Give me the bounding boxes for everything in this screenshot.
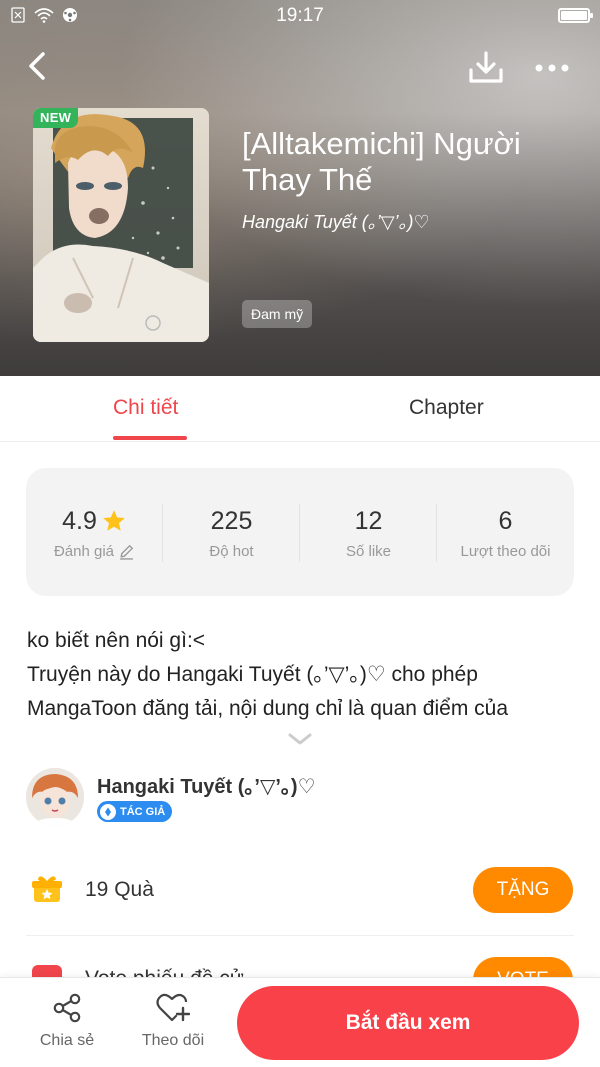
stats-card: 4.9 Đánh giá 225 Độ hot 12 Số like 6 Lượ… — [26, 468, 574, 596]
comic-header: 19:17 NEW [Alltakemichi] Người Thay Thế … — [0, 0, 600, 376]
author-role-badge: TÁC GIẢ — [97, 801, 173, 822]
chevron-down-icon[interactable] — [287, 730, 313, 748]
description-line: ko biết nên nói gì:< — [27, 629, 206, 652]
active-tab-indicator — [113, 436, 187, 440]
share-button[interactable]: Chia sẻ — [27, 992, 107, 1050]
stat-likes: 12 Số like — [300, 506, 437, 561]
status-bar: 19:17 — [0, 0, 600, 32]
battery-icon — [558, 8, 593, 23]
download-icon[interactable] — [466, 50, 506, 86]
cover-illustration — [33, 108, 209, 342]
start-reading-button[interactable]: Bắt đầu xem — [237, 986, 579, 1060]
description-line: MangaToon đăng tải, nội dung chỉ là quan… — [27, 697, 509, 720]
follow-button[interactable]: Theo dõi — [133, 992, 213, 1050]
rating-value: 4.9 — [62, 506, 97, 535]
share-icon — [53, 993, 81, 1023]
followers-label: Lượt theo dõi — [460, 543, 551, 560]
avatar-image — [26, 768, 84, 826]
comic-title: [Alltakemichi] Người Thay Thế — [242, 126, 521, 197]
comic-author[interactable]: Hangaki Tuyết (｡’▽’｡)♡ — [242, 208, 582, 234]
heart-plus-icon — [156, 993, 190, 1022]
description-line: Truyện này do Hangaki Tuyết (｡’▽’｡)♡ cho… — [27, 663, 478, 686]
edit-icon[interactable] — [118, 543, 135, 560]
vote-text: Vote phiếu đề cử — [85, 967, 244, 977]
followers-value: 6 — [498, 506, 513, 535]
share-label: Chia sẻ — [39, 1032, 95, 1049]
author-avatar[interactable] — [26, 768, 84, 826]
stat-followers: 6 Lượt theo dõi — [437, 506, 574, 561]
vote-ticket-icon — [32, 965, 62, 977]
likes-label: Số like — [345, 543, 392, 560]
author-badge-label: TÁC GIẢ — [120, 805, 166, 818]
gift-icon — [32, 876, 62, 902]
status-time: 19:17 — [276, 5, 324, 26]
stat-rating[interactable]: 4.9 Đánh giá — [26, 506, 163, 560]
back-arrow-icon[interactable] — [22, 48, 54, 84]
divider — [26, 935, 574, 936]
comic-description[interactable]: ko biết nên nói gì:< Truyện này do Hanga… — [27, 624, 577, 726]
genre-tag[interactable]: Đam mỹ — [242, 300, 313, 328]
star-icon — [103, 510, 125, 531]
vote-row: Vote phiếu đề cử VOTE — [0, 955, 600, 977]
likes-value: 12 — [354, 506, 383, 535]
give-gift-button[interactable]: TẶNG — [473, 867, 573, 913]
comic-cover-image[interactable] — [33, 108, 209, 342]
stat-hot: 225 Độ hot — [163, 506, 300, 561]
hot-value: 225 — [210, 506, 253, 535]
vote-button[interactable]: VOTE — [473, 957, 573, 977]
author-name[interactable]: Hangaki Tuyết (｡’▽’｡)♡ — [97, 770, 316, 799]
pen-icon — [100, 803, 116, 820]
follow-label: Theo dõi — [141, 1032, 205, 1049]
bottom-action-bar: Chia sẻ Theo dõi Bắt đầu xem — [0, 977, 600, 1067]
gift-count: 19 Quà — [85, 878, 154, 901]
hot-label: Độ hot — [209, 543, 254, 560]
tab-details[interactable]: Chi tiết — [113, 396, 178, 420]
tab-bar: Chi tiết Chapter — [0, 376, 600, 442]
new-badge: NEW — [33, 108, 79, 128]
more-icon[interactable] — [532, 54, 572, 82]
rating-label: Đánh giá — [53, 543, 115, 560]
tab-chapter[interactable]: Chapter — [409, 396, 484, 420]
